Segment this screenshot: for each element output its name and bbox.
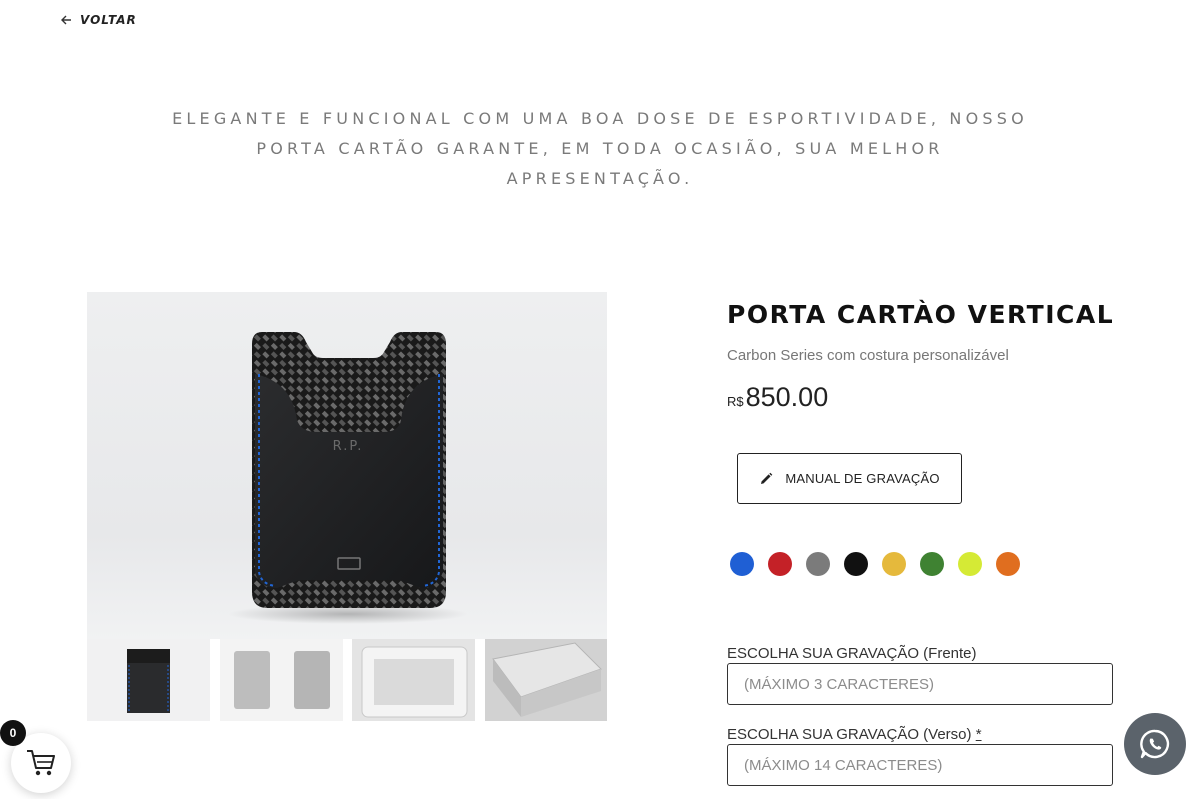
price-amount: 850.00 bbox=[745, 382, 829, 412]
tagline-line-1: ELEGANTE E FUNCIONAL COM UMA BOA DOSE DE… bbox=[172, 109, 1028, 128]
thumbnail-1[interactable] bbox=[87, 639, 210, 721]
color-swatch-blue[interactable] bbox=[730, 552, 754, 576]
thumbnail-2[interactable] bbox=[220, 639, 343, 721]
engraving-back-input[interactable] bbox=[727, 744, 1113, 786]
cart-count-badge: 0 bbox=[0, 720, 26, 746]
monogram-text: R.P. bbox=[333, 439, 364, 454]
tagline-line-3: APRESENTAÇÃO. bbox=[506, 169, 694, 188]
engraving-front-label: ESCOLHA SUA GRAVAÇÃO (Frente) bbox=[727, 645, 977, 662]
color-swatch-black[interactable] bbox=[844, 552, 868, 576]
color-swatch-orange[interactable] bbox=[996, 552, 1020, 576]
tagline: ELEGANTE E FUNCIONAL COM UMA BOA DOSE DE… bbox=[160, 104, 1040, 194]
thumbnail-2-image bbox=[234, 651, 330, 709]
thumbnail-4-image bbox=[492, 642, 602, 717]
price-currency: R$ bbox=[727, 394, 744, 409]
thumbnail-1-image bbox=[127, 649, 170, 713]
color-swatch-gold[interactable] bbox=[882, 552, 906, 576]
product-title: PORTA CARTÀO VERTICAL bbox=[727, 300, 1115, 329]
shopping-cart-icon bbox=[27, 750, 55, 776]
engraving-front-input[interactable] bbox=[727, 663, 1113, 705]
required-asterisk: * bbox=[975, 726, 982, 743]
product-subtitle: Carbon Series com costura personalizável bbox=[727, 347, 1009, 364]
whatsapp-button[interactable] bbox=[1124, 713, 1186, 775]
tagline-line-2: PORTA CARTÃO GARANTE, EM TODA OCASIÃO, S… bbox=[256, 139, 944, 158]
arrow-left-icon bbox=[61, 15, 71, 25]
back-label: VOLTAR bbox=[80, 13, 137, 27]
thumbnail-strip bbox=[87, 639, 607, 721]
engraving-manual-button[interactable]: MANUAL DE GRAVAÇÃO bbox=[737, 453, 962, 504]
thumbnail-3[interactable] bbox=[352, 639, 475, 721]
stitch-color-selector bbox=[730, 552, 1020, 576]
whatsapp-icon bbox=[1140, 729, 1170, 759]
product-main-image: R.P. bbox=[87, 292, 607, 639]
color-swatch-gray[interactable] bbox=[806, 552, 830, 576]
product-price: R$ 850.00 bbox=[727, 382, 828, 413]
pencil-icon bbox=[761, 472, 773, 484]
card-holder-illustration: R.P. bbox=[228, 332, 468, 624]
engraving-back-label-row: ESCOLHA SUA GRAVAÇÃO (Verso) * bbox=[727, 726, 982, 743]
color-swatch-lime[interactable] bbox=[958, 552, 982, 576]
back-link[interactable]: VOLTAR bbox=[60, 13, 137, 27]
engraving-manual-label: MANUAL DE GRAVAÇÃO bbox=[785, 471, 940, 486]
thumbnail-3-image bbox=[361, 646, 468, 718]
thumbnail-4[interactable] bbox=[485, 639, 607, 721]
engraving-back-label: ESCOLHA SUA GRAVAÇÃO (Verso) bbox=[727, 726, 972, 743]
color-swatch-red[interactable] bbox=[768, 552, 792, 576]
color-swatch-green[interactable] bbox=[920, 552, 944, 576]
